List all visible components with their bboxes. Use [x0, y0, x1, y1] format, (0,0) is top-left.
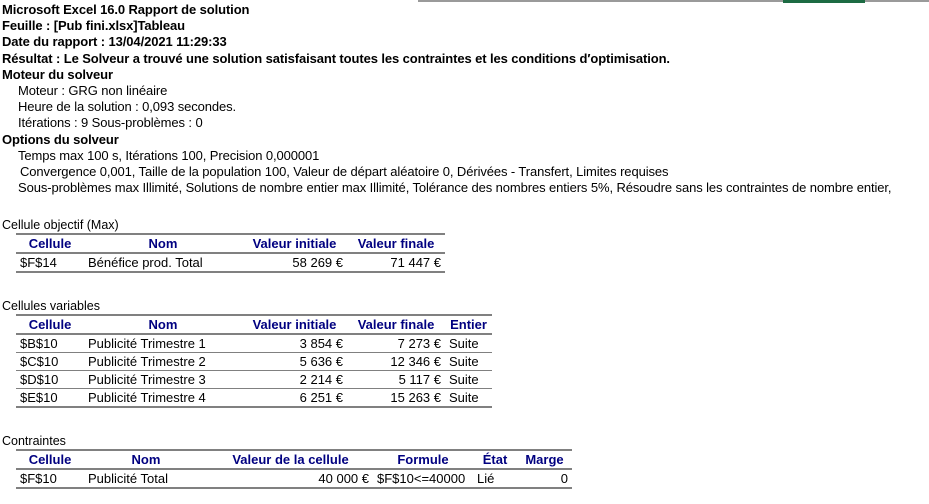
col-header-valeur-cellule: Valeur de la cellule — [208, 449, 373, 471]
table-row: $C$10 Publicité Trimestre 2 5 636 € 12 3… — [16, 352, 492, 372]
col-header-cellule: Cellule — [16, 449, 84, 471]
cell-slack: 0 — [517, 469, 572, 490]
cell-initial-value: 6 251 € — [242, 388, 347, 409]
col-header-marge: Marge — [517, 449, 572, 471]
col-header-entier: Entier — [445, 314, 492, 336]
cell-initial-value: 3 854 € — [242, 334, 347, 354]
col-header-nom: Nom — [84, 314, 242, 336]
col-header-formule: Formule — [373, 449, 473, 471]
cell-integer: Suite — [445, 352, 492, 372]
table-row: $F$14 Bénéfice prod. Total 58 269 € 71 4… — [16, 253, 445, 274]
table-row: $D$10 Publicité Trimestre 3 2 214 € 5 11… — [16, 370, 492, 390]
col-header-nom: Nom — [84, 449, 208, 471]
table-row: $B$10 Publicité Trimestre 1 3 854 € 7 27… — [16, 334, 492, 354]
cell-status: Lié — [473, 469, 517, 490]
objective-caption: Cellule objectif (Max) — [2, 218, 119, 233]
cell-final-value: 12 346 € — [347, 352, 445, 372]
cell-reference: $F$14 — [16, 253, 84, 274]
engine-line-2: Itérations : 9 Sous-problèmes : 0 — [18, 115, 203, 131]
cell-reference: $D$10 — [16, 370, 84, 390]
col-header-etat: État — [473, 449, 517, 471]
constraints-caption: Contraintes — [2, 434, 66, 449]
col-header-cellule: Cellule — [16, 233, 84, 255]
cell-name: Publicité Total — [84, 469, 208, 490]
objective-table: Cellule Nom Valeur initiale Valeur final… — [16, 233, 445, 274]
engine-heading: Moteur du solveur — [2, 66, 113, 82]
cell-name: Publicité Trimestre 3 — [84, 370, 242, 390]
table-header-row: Cellule Nom Valeur initiale Valeur final… — [16, 314, 492, 336]
report-result: Résultat : Le Solveur a trouvé une solut… — [2, 50, 670, 66]
cell-reference: $F$10 — [16, 469, 84, 490]
solver-answer-report: Microsoft Excel 16.0 Rapport de solution… — [2, 2, 927, 490]
cell-initial-value: 5 636 € — [242, 352, 347, 372]
cell-name: Publicité Trimestre 2 — [84, 352, 242, 372]
cell-integer: Suite — [445, 370, 492, 390]
options-line-2: Sous-problèmes max Illimité, Solutions d… — [18, 180, 892, 196]
table-header-row: Cellule Nom Valeur de la cellule Formule… — [16, 449, 572, 471]
cell-reference: $C$10 — [16, 352, 84, 372]
report-sheet: Feuille : [Pub fini.xlsx]Tableau — [2, 18, 185, 34]
cell-final-value: 5 117 € — [347, 370, 445, 390]
options-line-0: Temps max 100 s, Itérations 100, Precisi… — [18, 147, 320, 163]
cell-name: Bénéfice prod. Total — [84, 253, 242, 274]
cell-initial-value: 58 269 € — [242, 253, 347, 274]
options-line-1: Convergence 0,001, Taille de la populati… — [20, 164, 669, 180]
variables-table: Cellule Nom Valeur initiale Valeur final… — [16, 314, 492, 409]
table-row: $F$10 Publicité Total 40 000 € $F$10<=40… — [16, 469, 572, 490]
cell-final-value: 15 263 € — [347, 388, 445, 409]
cell-integer: Suite — [445, 334, 492, 354]
cell-final-value: 7 273 € — [347, 334, 445, 354]
col-header-valeur-finale: Valeur finale — [347, 233, 445, 255]
options-heading: Options du solveur — [2, 131, 119, 147]
col-header-valeur-initiale: Valeur initiale — [242, 314, 347, 336]
cell-reference: $B$10 — [16, 334, 84, 354]
report-date: Date du rapport : 13/04/2021 11:29:33 — [2, 34, 227, 50]
col-header-valeur-finale: Valeur finale — [347, 314, 445, 336]
col-header-nom: Nom — [84, 233, 242, 255]
cell-integer: Suite — [445, 388, 492, 409]
cell-value: 40 000 € — [208, 469, 373, 490]
cell-formula: $F$10<=40000 — [373, 469, 473, 490]
table-row: $E$10 Publicité Trimestre 4 6 251 € 15 2… — [16, 388, 492, 409]
variables-caption: Cellules variables — [2, 299, 100, 314]
engine-line-0: Moteur : GRG non linéaire — [18, 83, 168, 99]
cell-final-value: 71 447 € — [347, 253, 445, 274]
engine-line-1: Heure de la solution : 0,093 secondes. — [18, 99, 237, 115]
cell-initial-value: 2 214 € — [242, 370, 347, 390]
constraints-table: Cellule Nom Valeur de la cellule Formule… — [16, 449, 572, 490]
table-header-row: Cellule Nom Valeur initiale Valeur final… — [16, 233, 445, 255]
cell-name: Publicité Trimestre 4 — [84, 388, 242, 409]
col-header-cellule: Cellule — [16, 314, 84, 336]
cell-name: Publicité Trimestre 1 — [84, 334, 242, 354]
report-title: Microsoft Excel 16.0 Rapport de solution — [2, 2, 250, 17]
col-header-valeur-initiale: Valeur initiale — [242, 233, 347, 255]
cell-reference: $E$10 — [16, 388, 84, 409]
